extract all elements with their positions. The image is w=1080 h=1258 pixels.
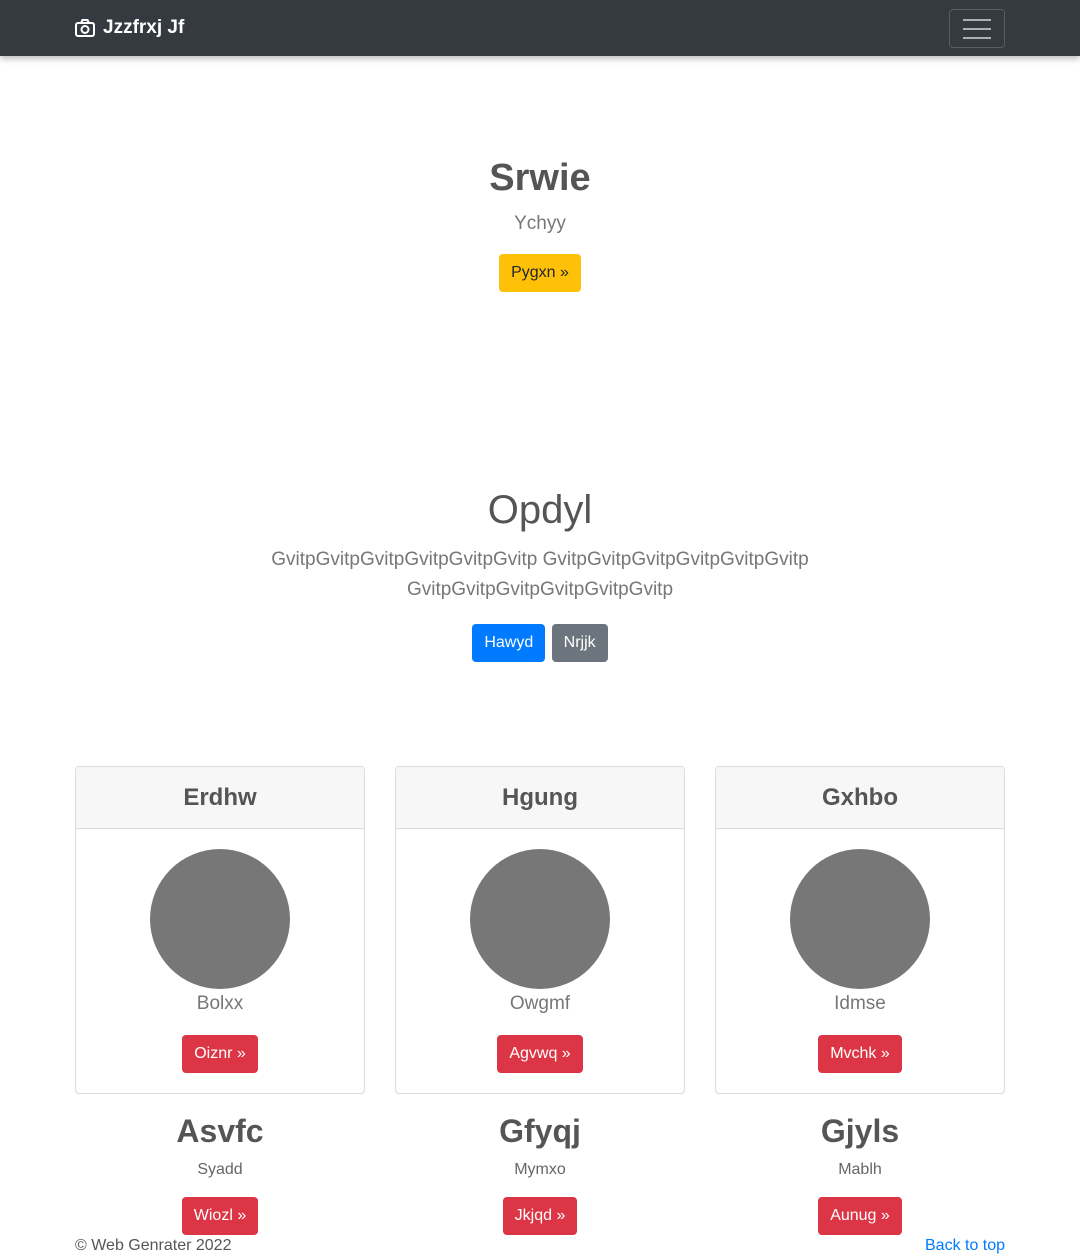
brand-text: Jzzfrxj Jf: [103, 17, 185, 38]
card-button[interactable]: Oiznr »: [182, 1035, 258, 1073]
card: Gxhbo Idmse Mvchk »: [715, 766, 1005, 1094]
column-title: Asvfc: [176, 1113, 264, 1149]
secondary-button[interactable]: Nrjjk: [551, 624, 608, 662]
section-lead-line-1: GvitpGvitpGvitpGvitpGvitpGvitp GvitpGvit…: [271, 549, 809, 570]
brand-link[interactable]: Jzzfrxj Jf: [75, 0, 184, 56]
column-subtitle: Mymxo: [514, 1161, 566, 1178]
card-button[interactable]: Mvchk »: [818, 1035, 902, 1073]
placeholder-image: [790, 849, 930, 989]
navbar-toggle-button[interactable]: [949, 9, 1005, 48]
feature-column: Gfyqj Mymxo Jkjqd »: [395, 1110, 685, 1235]
hero-button-wrap: Pygxn »: [0, 254, 1080, 292]
feature-column: Gjyls Mablh Aunug »: [715, 1110, 1005, 1235]
column-title: Gfyqj: [499, 1113, 581, 1149]
card: Hgung Owgmf Agvwq »: [395, 766, 685, 1094]
column-subtitle: Syadd: [197, 1161, 243, 1178]
column-title: Gjyls: [820, 1113, 900, 1149]
footer-copyright: © Web Genrater 2022: [75, 1237, 232, 1254]
card-header: Hgung: [396, 767, 684, 829]
feature-column: Asvfc Syadd Wiozl »: [75, 1110, 365, 1235]
card-header: Erdhw: [76, 767, 364, 829]
column-button[interactable]: Wiozl »: [181, 1197, 259, 1235]
placeholder-image: [150, 849, 290, 989]
section-title: Opdyl: [487, 488, 593, 532]
hero-cta-button[interactable]: Pygxn »: [499, 254, 581, 292]
hero-title: Srwie: [489, 157, 591, 199]
card-text: Idmse: [834, 993, 886, 1014]
hamburger-icon: [963, 18, 991, 21]
card-header: Gxhbo: [716, 767, 1004, 829]
primary-button[interactable]: Hawyd: [472, 624, 546, 662]
section-buttons: Hawyd Nrjjk: [0, 624, 1080, 662]
camera-icon: [75, 19, 95, 37]
card-text: Bolxx: [196, 993, 244, 1014]
back-to-top-link[interactable]: Back to top: [925, 1237, 1005, 1255]
card: Erdhw Bolxx Oiznr »: [75, 766, 365, 1094]
placeholder-image: [470, 849, 610, 989]
hero-subtitle: Ychyy: [514, 213, 566, 234]
navbar: Jzzfrxj Jf: [0, 0, 1080, 56]
column-button[interactable]: Aunug »: [818, 1197, 902, 1235]
card-button[interactable]: Agvwq »: [497, 1035, 583, 1073]
section-lead-line-2: GvitpGvitpGvitpGvitpGvitpGvitp: [406, 579, 674, 600]
card-text: Owgmf: [509, 993, 571, 1014]
column-button[interactable]: Jkjqd »: [502, 1197, 578, 1235]
column-subtitle: Mablh: [838, 1161, 882, 1178]
